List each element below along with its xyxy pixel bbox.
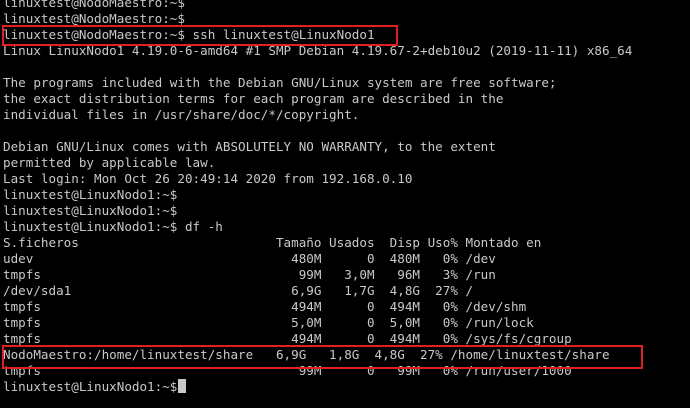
df-table-row: tmpfs 494M 0 494M 0% /dev/shm xyxy=(3,299,527,314)
terminal-window[interactable]: linuxtest@NodoMaestro:~$ linuxtest@NodoM… xyxy=(0,0,690,408)
terminal-line-warranty: Debian GNU/Linux comes with ABSOLUTELY N… xyxy=(3,139,496,154)
terminal-line-motd: The programs included with the Debian GN… xyxy=(3,75,557,90)
terminal-line-ssh-command: linuxtest@NodoMaestro:~$ ssh linuxtest@L… xyxy=(3,27,375,42)
df-table-row: udev 480M 0 480M 0% /dev xyxy=(3,251,496,266)
df-table-row-nfs-share: NodoMaestro:/home/linuxtest/share 6,9G 1… xyxy=(3,347,610,362)
terminal-line-kernel-info: Linux LinuxNodo1 4.19.0-6-amd64 #1 SMP D… xyxy=(3,43,633,58)
terminal-line-prompt: linuxtest@LinuxNodo1:~$ xyxy=(3,187,178,202)
df-table-row: /dev/sda1 6,9G 1,7G 4,8G 27% / xyxy=(3,283,474,298)
df-table-row: tmpfs 99M 3,0M 96M 3% /run xyxy=(3,267,496,282)
terminal-line-motd: the exact distribution terms for each pr… xyxy=(3,91,504,106)
terminal-line-last-login: Last login: Mon Oct 26 20:49:14 2020 fro… xyxy=(3,171,413,186)
prompt-text: linuxtest@LinuxNodo1:~$ xyxy=(3,379,178,394)
terminal-line-prompt: linuxtest@NodoMaestro:~$ xyxy=(3,11,185,26)
df-table-header: S.ficheros Tamaño Usados Disp Uso% Monta… xyxy=(3,235,542,250)
df-table-row: tmpfs 494M 0 494M 0% /sys/fs/cgroup xyxy=(3,331,572,346)
terminal-line-prompt: linuxtest@LinuxNodo1:~$ xyxy=(3,203,178,218)
text-cursor xyxy=(178,379,187,393)
terminal-line-prompt: linuxtest@NodoMaestro:~$ xyxy=(3,0,185,10)
terminal-line-df-command: linuxtest@LinuxNodo1:~$ df -h xyxy=(3,219,223,234)
terminal-line-motd: individual files in /usr/share/doc/*/cop… xyxy=(3,107,360,122)
df-table-row: tmpfs 99M 0 99M 0% /run/user/1000 xyxy=(3,363,572,378)
terminal-line-current-prompt[interactable]: linuxtest@LinuxNodo1:~$ xyxy=(3,379,187,395)
terminal-line-warranty: permitted by applicable law. xyxy=(3,155,216,170)
df-table-row: tmpfs 5,0M 0 5,0M 0% /run/lock xyxy=(3,315,534,330)
